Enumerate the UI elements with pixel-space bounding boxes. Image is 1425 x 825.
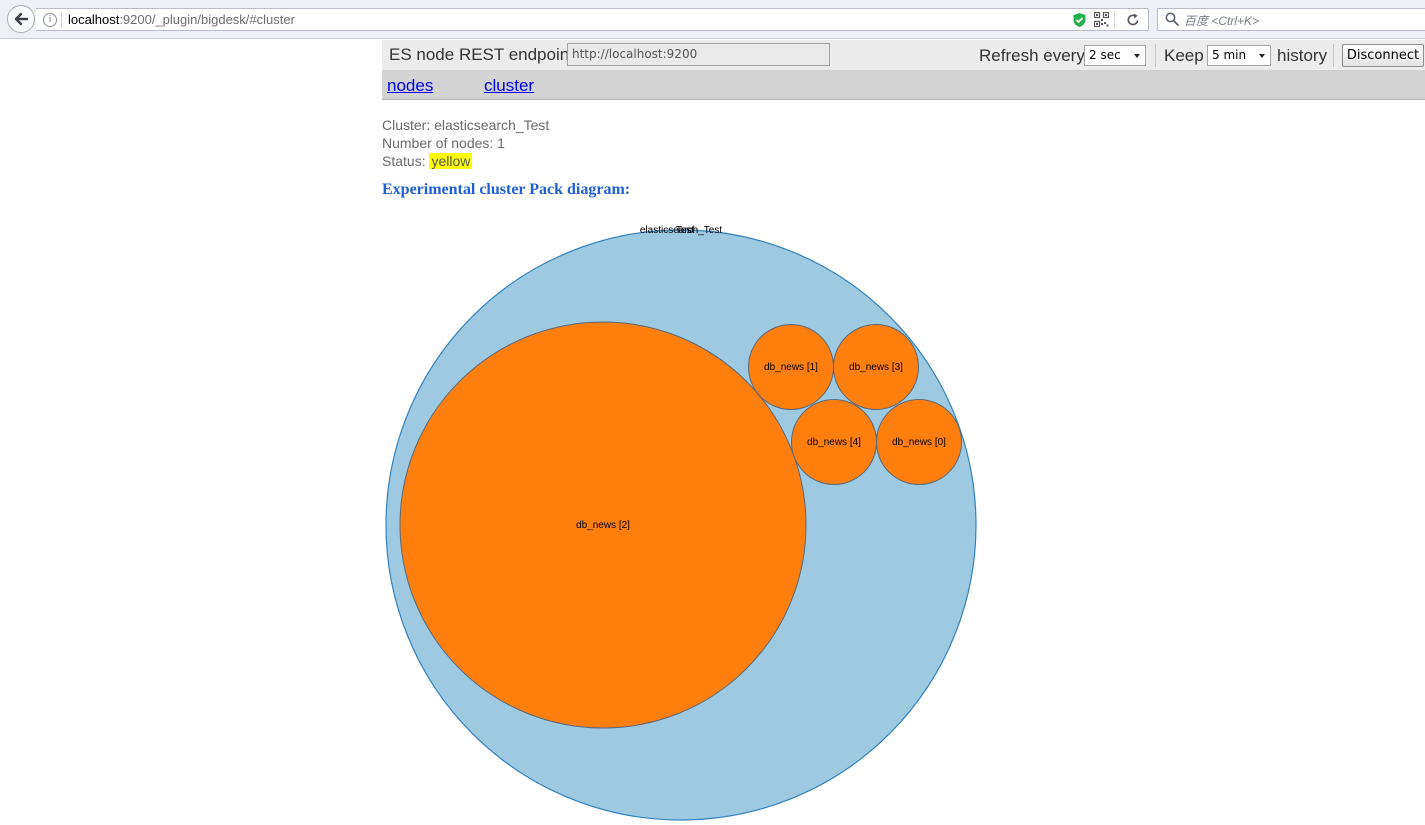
url-host: localhost <box>68 12 120 27</box>
pack-diagram: elasticsearch_Test Test db_news [2] db_n… <box>385 225 977 821</box>
header-divider <box>1155 44 1156 67</box>
node-count: Number of nodes: 1 <box>382 135 505 151</box>
dropdown-arrow-icon <box>1259 54 1265 58</box>
refresh-interval-value: 2 sec <box>1089 48 1121 62</box>
cluster-status: Status: yellow <box>382 152 549 170</box>
diagram-heading: Experimental cluster Pack diagram: <box>382 181 631 198</box>
keep-history-value: 5 min <box>1212 48 1247 62</box>
status-badge: yellow <box>429 153 473 169</box>
shard-label: db_news [4] <box>807 437 861 448</box>
shard-label: db_news [2] <box>576 520 630 531</box>
search-bar[interactable]: 百度 <Ctrl+K> <box>1157 8 1425 31</box>
shard-label: db_news [0] <box>892 437 946 448</box>
nav-link-cluster[interactable]: cluster <box>484 76 534 96</box>
dropdown-arrow-icon <box>1134 54 1140 58</box>
cluster-name: Cluster: elasticsearch_Test <box>382 117 550 133</box>
status-label: Status: <box>382 153 426 169</box>
info-icon[interactable]: i <box>43 13 57 27</box>
endpoint-header: ES node REST endpoint http://localhost:9… <box>382 40 1425 71</box>
disconnect-button[interactable]: Disconnect <box>1342 44 1424 67</box>
refresh-interval-select[interactable]: 2 sec <box>1084 45 1146 66</box>
shard-label: db_news [3] <box>849 362 903 373</box>
cluster-info: Cluster: elasticsearch_Test Number of no… <box>382 116 549 170</box>
endpoint-input[interactable]: http://localhost:9200 <box>567 43 830 66</box>
nav-link-nodes[interactable]: nodes <box>387 76 433 96</box>
endpoint-label: ES node REST endpoint <box>389 45 574 64</box>
nav-bar: nodes cluster <box>382 71 1425 100</box>
qr-code-icon[interactable] <box>1094 12 1109 27</box>
keep-label: Keep <box>1164 46 1204 65</box>
reload-icon[interactable] <box>1126 12 1140 27</box>
address-bar[interactable]: i localhost:9200/_plugin/bigdesk/#cluste… <box>36 8 1149 31</box>
shard-label: db_news [1] <box>764 362 818 373</box>
header-divider <box>1333 44 1334 67</box>
refresh-label: Refresh every <box>979 46 1085 65</box>
browser-toolbar: i localhost:9200/_plugin/bigdesk/#cluste… <box>0 0 1425 39</box>
url-text: localhost:9200/_plugin/bigdesk/#cluster <box>68 12 295 27</box>
url-divider <box>61 12 62 28</box>
url-path: :9200/_plugin/bigdesk/#cluster <box>119 12 295 27</box>
back-button[interactable] <box>7 5 35 33</box>
shield-icon[interactable] <box>1072 12 1087 28</box>
search-icon <box>1165 12 1179 26</box>
search-placeholder: 百度 <Ctrl+K> <box>1184 14 1260 28</box>
history-label: history <box>1277 46 1328 65</box>
cluster-label-overlap: Test <box>676 225 695 236</box>
keep-history-select[interactable]: 5 min <box>1207 45 1271 66</box>
toolbar-divider <box>1114 11 1115 29</box>
back-arrow-icon <box>14 12 29 26</box>
